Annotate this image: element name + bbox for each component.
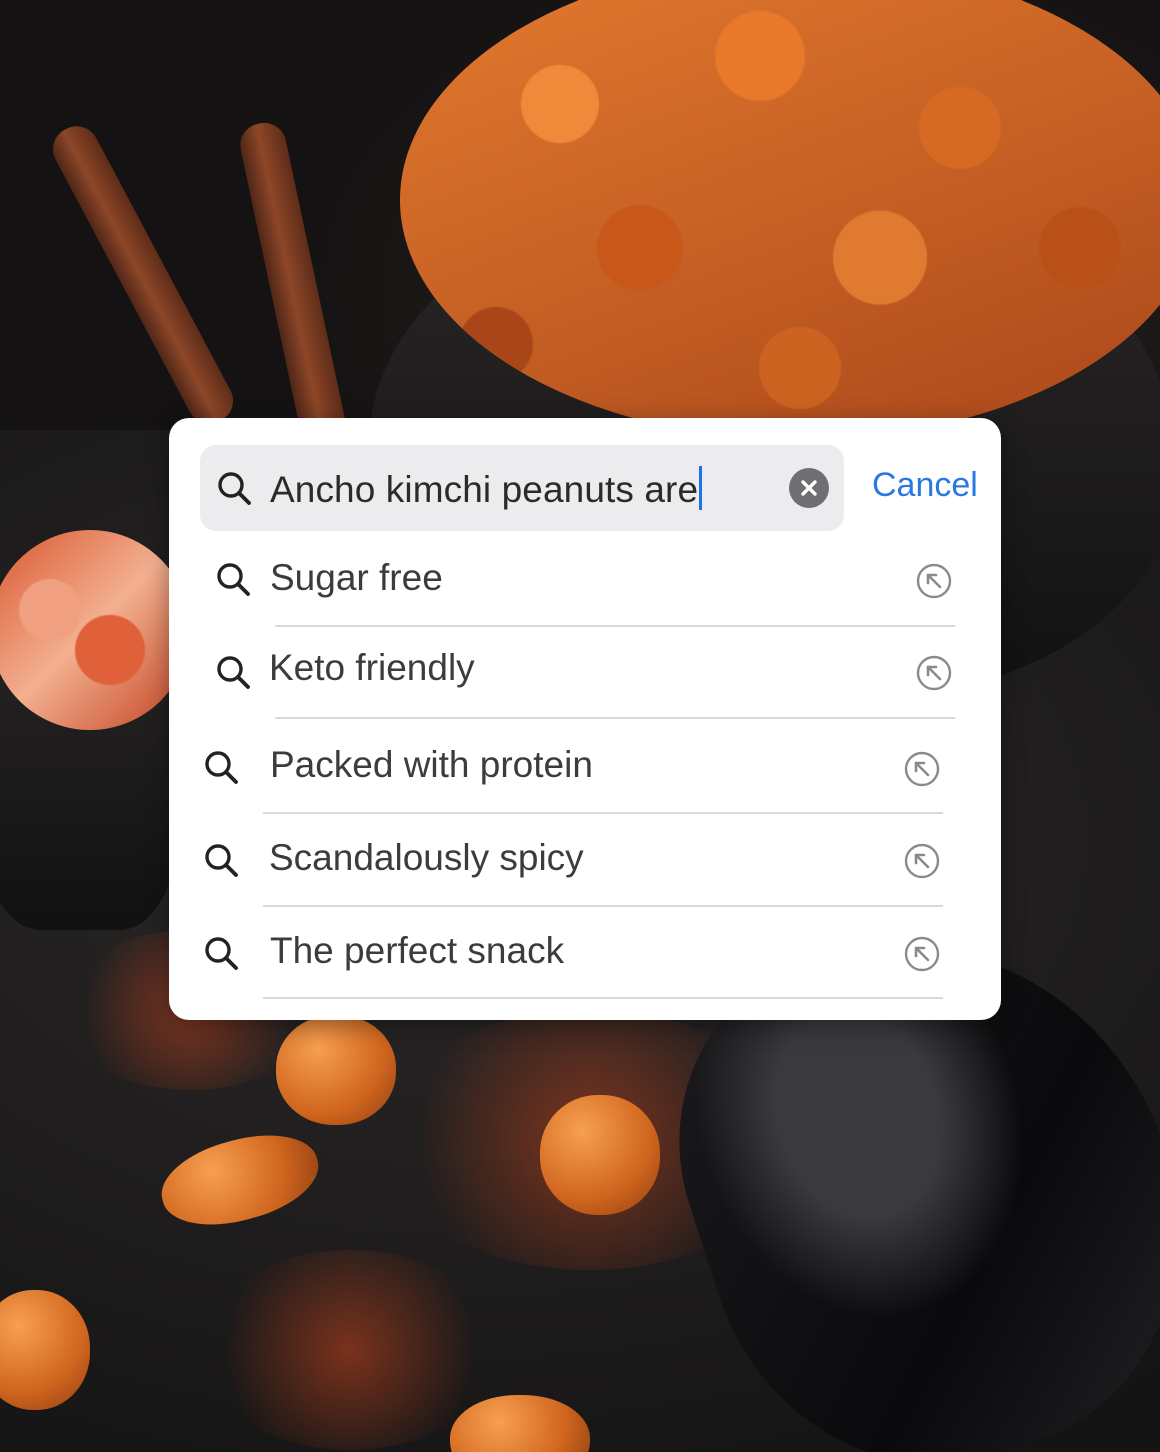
search-icon [215,654,253,697]
suggestion-row[interactable]: Keto friendly [169,647,1001,739]
arrow-up-left-circle-icon[interactable] [903,750,941,793]
divider [275,717,955,719]
search-icon [203,749,241,792]
arrow-up-left-circle-icon[interactable] [915,654,953,697]
search-suggestions-card: Ancho kimchi peanuts are Cancel Sugar fr… [169,418,1001,1020]
search-query-text: Ancho kimchi peanuts are [270,469,699,510]
divider [263,997,943,999]
cancel-button[interactable]: Cancel [872,466,978,505]
suggestion-row[interactable]: Packed with protein [169,744,1001,836]
suggestion-label: The perfect snack [270,930,565,971]
search-icon [216,470,254,513]
suggestion-label: Packed with protein [270,744,593,785]
search-input[interactable]: Ancho kimchi peanuts are [270,466,703,511]
search-field[interactable]: Ancho kimchi peanuts are [200,445,844,531]
divider [263,812,943,814]
arrow-up-left-circle-icon[interactable] [915,562,953,605]
search-icon [215,561,253,604]
suggestion-label: Scandalously spicy [269,837,584,878]
suggestion-label: Sugar free [270,557,443,598]
divider [275,625,955,627]
loose-peanut [276,1015,396,1125]
text-caret [699,466,703,510]
loose-peanut [540,1095,660,1215]
suggestion-row[interactable]: Sugar free [169,555,1001,647]
cinnamon-stick [236,118,350,452]
arrow-up-left-circle-icon[interactable] [903,935,941,978]
suggestion-row[interactable]: The perfect snack [169,930,1001,1022]
suggestion-label: Keto friendly [269,647,475,688]
cinnamon-stick [45,118,241,432]
divider [263,905,943,907]
suggestion-row[interactable]: Scandalously spicy [169,837,1001,929]
search-icon [203,935,241,978]
arrow-up-left-circle-icon[interactable] [903,842,941,885]
clear-icon[interactable] [789,468,829,508]
search-icon [203,842,241,885]
